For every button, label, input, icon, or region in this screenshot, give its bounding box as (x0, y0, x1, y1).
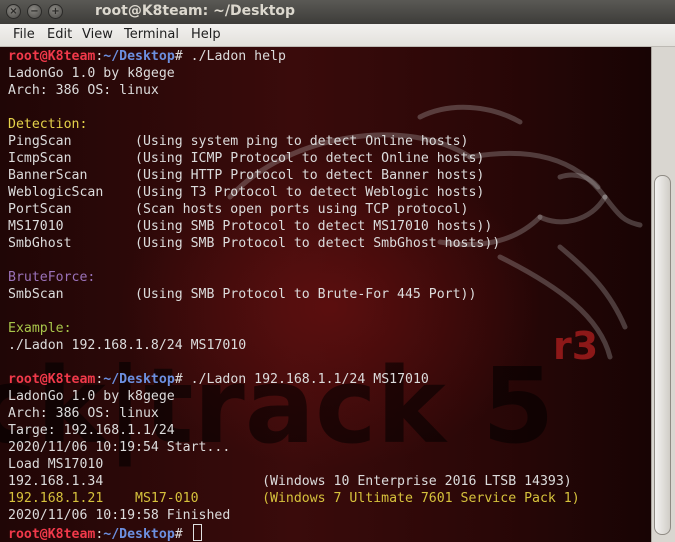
terminal-line: 192.168.1.34 (Windows 10 Enterprise 2016… (8, 473, 580, 490)
terminal-text-segment: SmbScan (Using SMB Protocol to Brute-For… (8, 287, 477, 302)
menu-help[interactable]: Help (191, 27, 221, 42)
terminal-text-segment: ~/Desktop (103, 49, 175, 64)
terminal-text-segment: BruteForce: (8, 270, 96, 285)
terminal-output[interactable]: ck|track 5 r3 root@K8team:~/Desktop# ./L… (0, 47, 651, 542)
terminal-line: ./Ladon 192.168.1.8/24 MS17010 (8, 337, 580, 354)
terminal-text-segment: LadonGo 1.0 by k8gege (8, 66, 175, 81)
terminal-text-segment: # ./Ladon help (174, 49, 286, 64)
terminal-text-segment: BannerScan (Using HTTP Protocol to detec… (8, 168, 485, 183)
terminal-text: root@K8team:~/Desktop# ./Ladon help Ladon… (8, 48, 580, 542)
terminal-line: PingScan (Using system ping to detect On… (8, 133, 580, 150)
terminal-line: IcmpScan (Using ICMP Protocol to detect … (8, 150, 580, 167)
terminal-line: Targe: 192.168.1.1/24 (8, 422, 580, 439)
terminal-text-segment: 192.168.1.21 MS17-010 (Windows 7 Ultimat… (8, 491, 580, 506)
terminal-line: root@K8team:~/Desktop# (8, 524, 580, 542)
terminal-text-segment: PingScan (Using system ping to detect On… (8, 134, 469, 149)
menu-bar: File Edit View Terminal Help (0, 24, 675, 47)
terminal-line: MS17010 (Using SMB Protocol to detect MS… (8, 218, 580, 235)
terminal-line: WeblogicScan (Using T3 Protocol to detec… (8, 184, 580, 201)
vertical-scrollbar[interactable] (651, 47, 675, 542)
terminal-text-segment: 2020/11/06 10:19:58 Finished (8, 508, 231, 523)
terminal-text-segment: ~/Desktop (103, 527, 175, 542)
terminal-line: Load MS17010 (8, 456, 580, 473)
terminal-line: 192.168.1.21 MS17-010 (Windows 7 Ultimat… (8, 490, 580, 507)
terminal-text-segment: 192.168.1.34 (Windows 10 Enterprise 2016… (8, 474, 572, 489)
terminal-line: BruteForce: (8, 269, 580, 286)
terminal-text-segment: PortScan (Scan hosts open ports using TC… (8, 202, 469, 217)
terminal-line: root@K8team:~/Desktop# ./Ladon 192.168.1… (8, 371, 580, 388)
terminal-text-segment: SmbGhost (Using SMB Protocol to detect S… (8, 236, 501, 251)
terminal-line: Example: (8, 320, 580, 337)
terminal-line: LadonGo 1.0 by k8gege (8, 65, 580, 82)
terminal-line: Detection: (8, 116, 580, 133)
terminal-text-segment: 2020/11/06 10:19:54 Start... (8, 440, 231, 455)
terminal-line: PortScan (Scan hosts open ports using TC… (8, 201, 580, 218)
terminal-text-segment: ~/Desktop (103, 372, 175, 387)
terminal-line: 2020/11/06 10:19:54 Start... (8, 439, 580, 456)
close-window-button[interactable]: × (6, 4, 21, 19)
terminal-line: SmbGhost (Using SMB Protocol to detect S… (8, 235, 580, 252)
terminal-text-segment: root@K8team (8, 49, 96, 64)
terminal-text-segment: Targe: 192.168.1.1/24 (8, 423, 175, 438)
terminal-line: Arch: 386 OS: linux (8, 82, 580, 99)
terminal-text-segment: # ./Ladon 192.168.1.1/24 MS17010 (174, 372, 429, 387)
terminal-text-segment: Arch: 386 OS: linux (8, 406, 159, 421)
terminal-line: 2020/11/06 10:19:58 Finished (8, 507, 580, 524)
menu-edit[interactable]: Edit (47, 27, 72, 42)
terminal-text-segment: root@K8team (8, 527, 96, 542)
window-title: root@K8team: ~/Desktop (95, 3, 296, 19)
terminal-line: LadonGo 1.0 by k8gege (8, 388, 580, 405)
menu-terminal[interactable]: Terminal (124, 27, 179, 42)
terminal-text-segment: Load MS17010 (8, 457, 104, 472)
terminal-text-segment: root@K8team (8, 372, 96, 387)
terminal-cursor (192, 524, 202, 541)
terminal-text-segment: Example: (8, 321, 72, 336)
scrollbar-thumb[interactable] (654, 175, 671, 535)
terminal-line: root@K8team:~/Desktop# ./Ladon help (8, 48, 580, 65)
terminal-text-segment: # (174, 527, 191, 542)
menu-view[interactable]: View (82, 27, 113, 42)
terminal-text-segment: LadonGo 1.0 by k8gege (8, 389, 175, 404)
terminal-text-segment: ./Ladon 192.168.1.8/24 MS17010 (8, 338, 247, 353)
terminal-text-segment: WeblogicScan (Using T3 Protocol to detec… (8, 185, 485, 200)
terminal-line: SmbScan (Using SMB Protocol to Brute-For… (8, 286, 580, 303)
minimize-window-button[interactable]: − (27, 4, 42, 19)
terminal-text-segment: Detection: (8, 117, 88, 132)
title-bar: × − + root@K8team: ~/Desktop (0, 0, 675, 24)
maximize-window-button[interactable]: + (48, 4, 63, 19)
terminal-text-segment: MS17010 (Using SMB Protocol to detect MS… (8, 219, 493, 234)
terminal-line: Arch: 386 OS: linux (8, 405, 580, 422)
terminal-line: BannerScan (Using HTTP Protocol to detec… (8, 167, 580, 184)
terminal-text-segment: Arch: 386 OS: linux (8, 83, 159, 98)
terminal-text-segment: IcmpScan (Using ICMP Protocol to detect … (8, 151, 485, 166)
menu-file[interactable]: File (13, 27, 35, 42)
